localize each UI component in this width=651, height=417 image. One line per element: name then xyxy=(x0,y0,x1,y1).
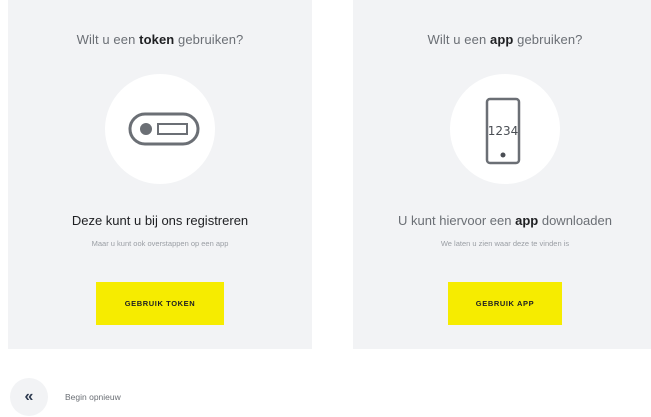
restart-label[interactable]: Begin opnieuw xyxy=(65,392,121,402)
token-card-title: Wilt u een token gebruiken? xyxy=(76,32,244,47)
token-subline: Maar u kunt ook overstappen op een app xyxy=(91,239,229,248)
token-icon-circle xyxy=(105,74,215,184)
restart-link[interactable]: « Begin opnieuw xyxy=(10,378,121,416)
token-headline: Deze kunt u bij ons registreren xyxy=(71,213,249,228)
app-headline: U kunt hiervoor een app downloaden xyxy=(398,213,612,228)
double-chevron-left-icon[interactable]: « xyxy=(10,378,48,416)
app-icon-circle: 1234 xyxy=(450,74,560,184)
token-option-card: Wilt u een token gebruiken? Deze kunt u … xyxy=(8,0,312,349)
use-app-button[interactable]: GEBRUIK APP xyxy=(448,282,562,325)
app-subline: We laten u zien waar deze te vinden is xyxy=(440,239,570,248)
token-device-icon xyxy=(128,112,200,146)
smartphone-icon: 1234 xyxy=(485,97,521,165)
use-token-button[interactable]: GEBRUIK TOKEN xyxy=(96,282,224,325)
app-card-title: Wilt u een app gebruiken? xyxy=(427,32,583,47)
app-option-card: Wilt u een app gebruiken? 1234 U kunt hi… xyxy=(353,0,651,349)
phone-code-text: 1234 xyxy=(488,124,519,138)
